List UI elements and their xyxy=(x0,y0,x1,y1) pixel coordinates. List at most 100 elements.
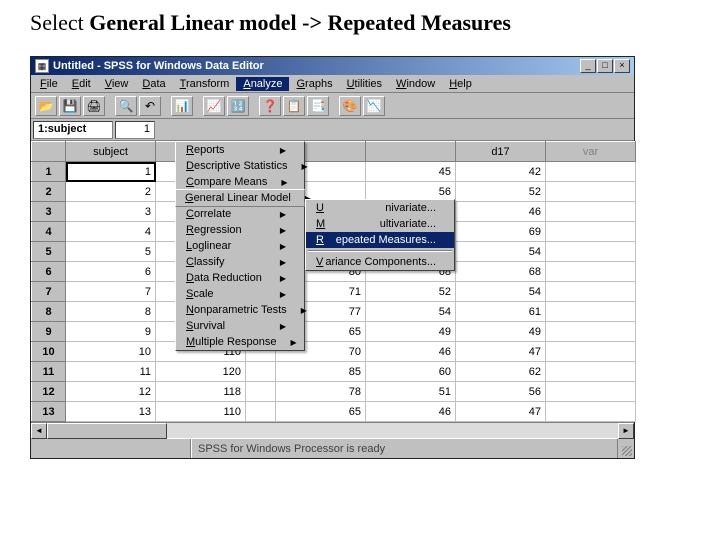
menu-edit[interactable]: Edit xyxy=(65,77,98,91)
analyze-menu[interactable]: Reports▶Descriptive Statistics▶Compare M… xyxy=(175,141,305,351)
cell-empty[interactable] xyxy=(546,402,636,422)
column-d17[interactable]: d17 xyxy=(456,142,546,162)
row-header[interactable]: 4 xyxy=(32,222,66,242)
toolbar-button-5[interactable]: ↶ xyxy=(139,96,161,116)
grid-corner[interactable] xyxy=(32,142,66,162)
menu-utilities[interactable]: Utilities xyxy=(340,77,389,91)
scroll-track[interactable] xyxy=(167,423,618,438)
maximize-button[interactable]: □ xyxy=(597,59,613,73)
cell-empty[interactable] xyxy=(546,162,636,182)
menu-item-data-reduction[interactable]: Data Reduction▶ xyxy=(176,270,304,286)
toolbar-button-14[interactable]: 📑 xyxy=(307,96,329,116)
data-grid[interactable]: subjectd17var 11454222565233755146448769… xyxy=(31,141,636,422)
cell[interactable]: 6 xyxy=(66,262,156,282)
menu-item-nonparametric-tests[interactable]: Nonparametric Tests▶ xyxy=(176,302,304,318)
cell[interactable]: 118 xyxy=(156,382,246,402)
cell[interactable]: 54 xyxy=(456,242,546,262)
toolbar-button-4[interactable]: 🔍 xyxy=(115,96,137,116)
cell-empty[interactable] xyxy=(546,322,636,342)
menu-item-descriptive-statistics[interactable]: Descriptive Statistics▶ xyxy=(176,158,304,174)
cell-value-box[interactable]: 1 xyxy=(115,121,155,139)
row-header[interactable]: 1 xyxy=(32,162,66,182)
scroll-thumb[interactable] xyxy=(47,423,167,439)
menu-item-multiple-response[interactable]: Multiple Response▶ xyxy=(176,334,304,350)
cell[interactable]: 46 xyxy=(366,402,456,422)
cell-empty[interactable] xyxy=(546,242,636,262)
cell[interactable]: 45 xyxy=(366,162,456,182)
cell[interactable]: 10 xyxy=(66,342,156,362)
cell[interactable]: 13 xyxy=(66,402,156,422)
menu-file[interactable]: File xyxy=(33,77,65,91)
toolbar-button-0[interactable]: 📂 xyxy=(35,96,57,116)
cell-empty[interactable] xyxy=(546,202,636,222)
menu-item-reports[interactable]: Reports▶ xyxy=(176,142,304,158)
cell[interactable]: 56 xyxy=(456,382,546,402)
menu-view[interactable]: View xyxy=(98,77,136,91)
submenu-item-multivariate-[interactable]: Multivariate... xyxy=(306,216,454,232)
cell[interactable]: 69 xyxy=(456,222,546,242)
column-subject[interactable]: subject xyxy=(66,142,156,162)
cell-empty[interactable] xyxy=(546,222,636,242)
glm-submenu[interactable]: Univariate...Multivariate...Repeated Mea… xyxy=(305,199,455,271)
cell[interactable]: 120 xyxy=(156,362,246,382)
cell-empty[interactable] xyxy=(546,342,636,362)
row-header[interactable]: 11 xyxy=(32,362,66,382)
cell[interactable]: 5 xyxy=(66,242,156,262)
toolbar-button-1[interactable]: 💾 xyxy=(59,96,81,116)
cell-empty[interactable] xyxy=(546,382,636,402)
menu-item-loglinear[interactable]: Loglinear▶ xyxy=(176,238,304,254)
menu-item-scale[interactable]: Scale▶ xyxy=(176,286,304,302)
row-header[interactable]: 12 xyxy=(32,382,66,402)
cell[interactable]: 78 xyxy=(276,382,366,402)
cell[interactable]: 52 xyxy=(366,282,456,302)
row-header[interactable]: 7 xyxy=(32,282,66,302)
cell[interactable] xyxy=(246,382,276,402)
cell[interactable]: 51 xyxy=(366,382,456,402)
menu-help[interactable]: Help xyxy=(442,77,479,91)
toolbar-button-10[interactable]: 🔢 xyxy=(227,96,249,116)
toolbar-button-17[interactable]: 📉 xyxy=(363,96,385,116)
cell[interactable]: 54 xyxy=(456,282,546,302)
row-header[interactable]: 6 xyxy=(32,262,66,282)
column-var[interactable]: var xyxy=(546,142,636,162)
column-hidden[interactable] xyxy=(366,142,456,162)
menu-graphs[interactable]: Graphs xyxy=(289,77,339,91)
cell[interactable]: 47 xyxy=(456,342,546,362)
cell-reference[interactable]: 1:subject xyxy=(33,121,113,139)
row-header[interactable]: 8 xyxy=(32,302,66,322)
cell[interactable]: 1 xyxy=(66,162,156,182)
cell-empty[interactable] xyxy=(546,282,636,302)
cell[interactable]: 49 xyxy=(366,322,456,342)
menu-item-survival[interactable]: Survival▶ xyxy=(176,318,304,334)
cell[interactable]: 4 xyxy=(66,222,156,242)
row-header[interactable]: 3 xyxy=(32,202,66,222)
cell-empty[interactable] xyxy=(546,362,636,382)
cell[interactable]: 42 xyxy=(456,162,546,182)
toolbar-button-9[interactable]: 📈 xyxy=(203,96,225,116)
menu-data[interactable]: Data xyxy=(135,77,172,91)
cell-empty[interactable] xyxy=(546,302,636,322)
menu-item-correlate[interactable]: Correlate▶ xyxy=(176,206,304,222)
horizontal-scrollbar[interactable]: ◄ ► xyxy=(31,422,634,438)
cell[interactable] xyxy=(246,402,276,422)
cell[interactable] xyxy=(246,362,276,382)
cell[interactable]: 62 xyxy=(456,362,546,382)
cell[interactable]: 49 xyxy=(456,322,546,342)
cell-empty[interactable] xyxy=(546,182,636,202)
menu-item-regression[interactable]: Regression▶ xyxy=(176,222,304,238)
cell[interactable]: 2 xyxy=(66,182,156,202)
toolbar-button-7[interactable]: 📊 xyxy=(171,96,193,116)
cell[interactable]: 12 xyxy=(66,382,156,402)
cell[interactable]: 68 xyxy=(456,262,546,282)
cell[interactable]: 9 xyxy=(66,322,156,342)
toolbar-button-2[interactable]: 🖨 xyxy=(83,96,105,116)
row-header[interactable]: 9 xyxy=(32,322,66,342)
menu-item-compare-means[interactable]: Compare Means▶ xyxy=(176,174,304,190)
row-header[interactable]: 2 xyxy=(32,182,66,202)
toolbar-button-12[interactable]: ❓ xyxy=(259,96,281,116)
cell[interactable]: 3 xyxy=(66,202,156,222)
cell[interactable]: 65 xyxy=(276,402,366,422)
menu-analyze[interactable]: Analyze xyxy=(236,77,289,91)
cell[interactable]: 60 xyxy=(366,362,456,382)
cell[interactable]: 46 xyxy=(366,342,456,362)
